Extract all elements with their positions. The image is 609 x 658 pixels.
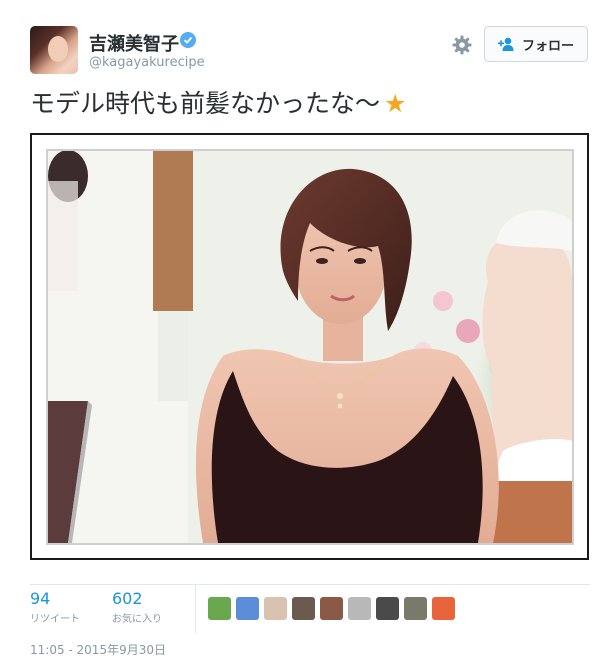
tweet-header: 吉瀬美智子 @kagayakurecipe フォロー	[30, 26, 590, 76]
gear-icon[interactable]	[451, 34, 473, 56]
star-emoji: ★	[384, 89, 407, 118]
user-avatar[interactable]	[30, 26, 78, 74]
retweets-stat[interactable]: 94 リツイート	[30, 589, 80, 625]
user-avatar-9[interactable]	[432, 597, 455, 620]
tweet-text-body: モデル時代も前髪なかったな〜	[30, 89, 381, 118]
follow-label: フォロー	[521, 38, 574, 54]
user-avatar-6[interactable]	[348, 597, 371, 620]
retweets-label: リツイート	[30, 614, 80, 625]
user-avatar-4[interactable]	[292, 597, 315, 620]
favorites-label: お気に入り	[112, 614, 162, 625]
retweets-count[interactable]: 94	[30, 589, 80, 608]
stats-divider	[195, 585, 196, 633]
tweet-media[interactable]	[30, 133, 589, 560]
add-person-icon	[497, 37, 516, 51]
follow-button[interactable]: フォロー	[484, 26, 588, 62]
tweet-stats: 94 リツイート 602 お気に入り	[30, 584, 590, 633]
tweet-timestamp[interactable]: 11:05 - 2015年9月30日	[30, 641, 166, 658]
favorites-count[interactable]: 602	[112, 589, 162, 608]
user-avatar-3[interactable]	[264, 597, 287, 620]
user-avatar-5[interactable]	[320, 597, 343, 620]
favoriter-avatars	[208, 597, 455, 620]
user-handle[interactable]: @kagayakurecipe	[89, 55, 205, 70]
user-avatar-1[interactable]	[208, 597, 231, 620]
user-avatar-8[interactable]	[404, 597, 427, 620]
user-avatar-7[interactable]	[376, 597, 399, 620]
favorites-stat[interactable]: 602 お気に入り	[112, 589, 162, 625]
tweet-text: モデル時代も前髪なかったな〜 ★	[30, 86, 406, 122]
verified-badge-icon	[180, 32, 196, 48]
tweet-photo[interactable]	[46, 149, 574, 545]
user-avatar-2[interactable]	[236, 597, 259, 620]
user-display-name[interactable]: 吉瀬美智子	[89, 30, 179, 56]
